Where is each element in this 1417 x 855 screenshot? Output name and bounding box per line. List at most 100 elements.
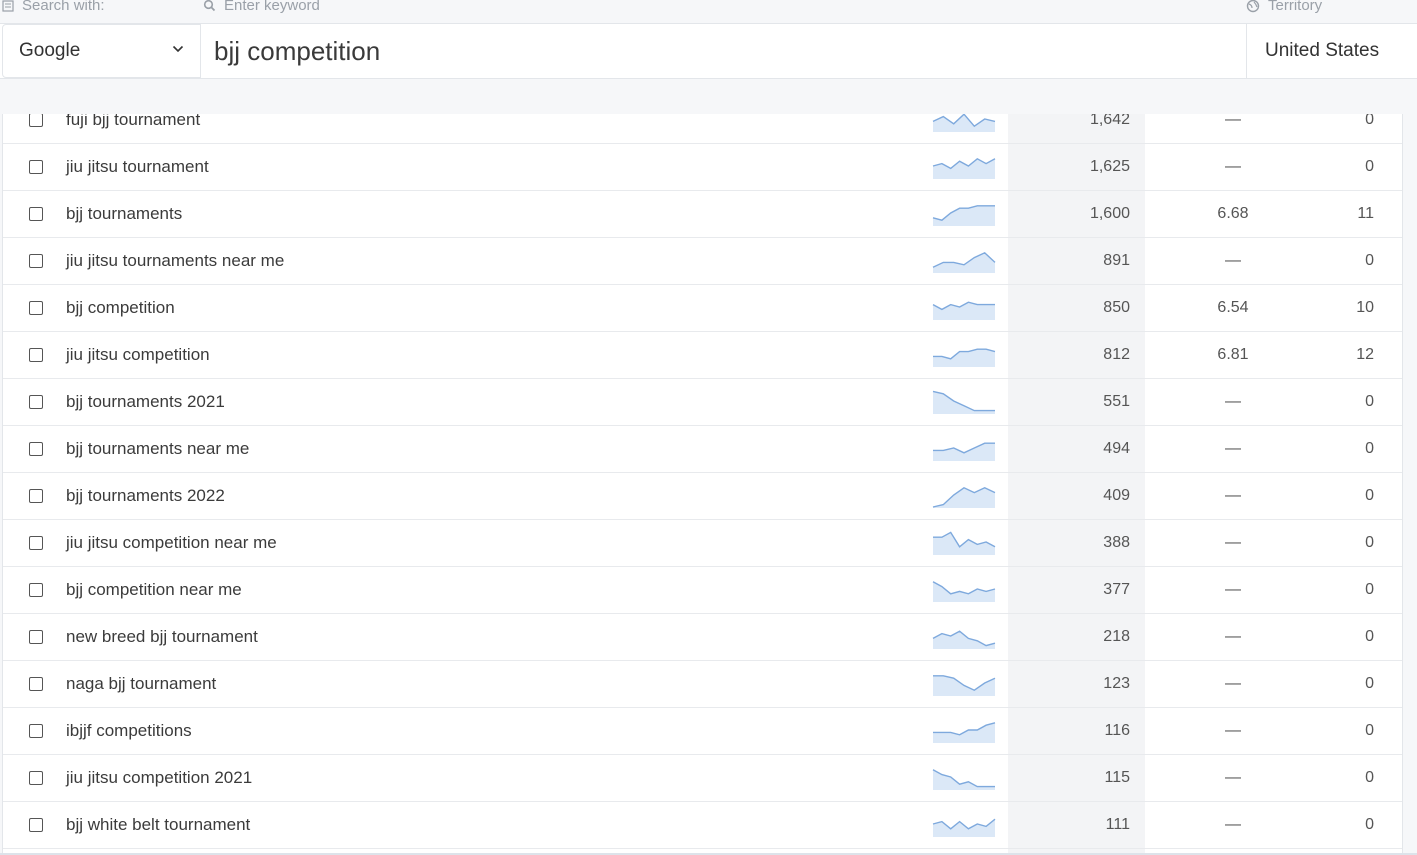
competition-cell: 0 [1365,487,1374,504]
table-row[interactable]: naga bjj tournament 123 — 0 [3,661,1402,708]
cpc-cell: — [1225,675,1241,692]
table-row[interactable]: bjj competition 850 6.54 10 [3,285,1402,332]
trend-sparkline [932,301,995,320]
volume-cell: 123 [1103,675,1130,692]
trend-sparkline [933,442,995,461]
volume-cell: 812 [1103,346,1130,363]
keyword-label: Enter keyword [203,0,320,14]
cpc-cell: — [1225,440,1241,457]
keyword-cell: bjj competition near me [66,580,242,599]
row-checkbox[interactable] [29,630,43,644]
cpc-cell: — [1225,722,1241,739]
search-bar: Google bjj competition United States [0,23,1417,79]
table-row[interactable]: jiu jitsu tournament 1,625 — 0 [3,144,1402,191]
keyword-cell: new breed bjj tournament [66,627,258,646]
keyword-cell: bjj white belt tournament [66,815,251,834]
competition-cell: 0 [1365,816,1374,833]
row-checkbox[interactable] [29,489,43,503]
globe-icon [1246,0,1260,12]
search-engine-select[interactable]: Google [2,24,201,78]
sparkline-area [933,158,995,179]
row-checkbox[interactable] [29,254,43,268]
row-checkbox[interactable] [29,207,43,221]
trend-sparkline [932,205,995,226]
cpc-cell: — [1225,534,1241,551]
cpc-cell: 6.81 [1217,346,1249,363]
competition-cell: 0 [1365,534,1374,551]
table-row[interactable]: new breed bjj tournament 218 — 0 [3,614,1402,661]
table-row[interactable]: jiu jitsu competition 2021 115 — 0 [3,755,1402,802]
cpc-cell: — [1225,393,1241,410]
competition-cell: 0 [1365,581,1374,598]
cpc-cell: — [1225,114,1241,128]
row-checkbox[interactable] [29,583,43,597]
table-row[interactable]: bjj tournaments 2021 551 — 0 [3,379,1402,426]
row-checkbox[interactable] [29,724,43,738]
keyword-placeholder-text: Enter keyword [224,0,320,14]
competition-cell: 10 [1356,299,1374,316]
volume-cell: 111 [1105,816,1130,833]
trend-sparkline [932,114,996,132]
table-row[interactable]: bjj tournaments 2022 409 — 0 [3,473,1402,520]
keyword-cell: fuji bjj tournament [66,114,201,129]
list-icon [2,0,14,12]
cpc-cell: — [1225,769,1241,786]
table-row[interactable]: jiu jitsu competition near me 388 — 0 [3,520,1402,567]
territory-label: Territory [1246,0,1322,14]
keyword-cell: jiu jitsu tournaments near me [66,251,285,270]
row-checkbox[interactable] [29,301,43,315]
volume-cell: 494 [1103,440,1130,457]
trend-sparkline [932,581,996,602]
row-checkbox[interactable] [29,818,43,832]
label-row: Search with: Enter keyword Territory [0,0,1417,22]
trend-sparkline [932,486,996,508]
table-row[interactable]: bjj tournaments 1,600 6.68 11 [3,191,1402,238]
competition-cell: 0 [1365,769,1374,786]
cpc-cell: — [1225,252,1241,269]
table-row[interactable]: fuji bjj tournament 1,642 — 0 [3,114,1402,144]
row-checkbox[interactable] [29,348,43,362]
row-checkbox[interactable] [29,677,43,691]
row-checkbox[interactable] [29,442,43,456]
cpc-cell: — [1225,628,1241,645]
volume-cell: 409 [1103,487,1130,504]
keyword-cell: jiu jitsu tournament [66,157,209,176]
cpc-cell: 6.68 [1217,205,1249,222]
table-row[interactable]: jiu jitsu competition 812 6.81 12 [3,332,1402,379]
trend-sparkline [932,157,996,179]
keyword-input[interactable]: bjj competition [201,24,1246,78]
territory-select[interactable]: United States [1246,24,1417,78]
volume-cell: 377 [1103,581,1130,598]
table-row[interactable]: jiu jitsu tournaments near me 891 — 0 [3,238,1402,285]
volume-cell: 218 [1103,628,1130,645]
keyword-cell: bjj competition [66,298,175,317]
keyword-cell: ibjjf competitions [66,721,192,740]
results-table: fuji bjj tournament 1,642—0 jiu jitsu tour… [2,114,1403,855]
volume-cell: 850 [1103,299,1130,316]
trend-sparkline [932,390,995,414]
row-checkbox[interactable] [29,160,43,174]
territory-value: United States [1265,40,1380,61]
search-with-label: Search with: [2,0,105,14]
table-row[interactable]: ibjjf competitions 116 — 0 [3,708,1402,755]
cpc-cell: — [1225,816,1241,833]
territory-label-text: Territory [1268,0,1323,14]
row-checkbox[interactable] [29,536,43,550]
trend-sparkline [933,348,996,367]
keyword-cell: bjj tournaments 2022 [66,486,225,505]
competition-cell: 0 [1365,675,1374,692]
competition-cell: 11 [1357,205,1374,222]
search-engine-value: Google [19,40,81,61]
table-row[interactable]: bjj competition near me 377 — 0 [3,567,1402,614]
keyword-cell: bjj tournaments near me [66,439,250,458]
keyword-cell: naga bjj tournament [66,674,217,693]
table-row[interactable]: bjj white belt tournament 111 — 0 [3,802,1402,849]
table-row[interactable]: bjj tournaments near me 494 — 0 [3,426,1402,473]
row-checkbox[interactable] [29,395,43,409]
keyword-cell: jiu jitsu competition near me [66,533,277,552]
row-checkbox[interactable] [29,114,43,127]
volume-cell: 388 [1103,534,1130,551]
keyword-cell: jiu jitsu competition 2021 [66,768,253,787]
row-checkbox[interactable] [29,771,43,785]
volume-cell: 891 [1103,252,1130,269]
